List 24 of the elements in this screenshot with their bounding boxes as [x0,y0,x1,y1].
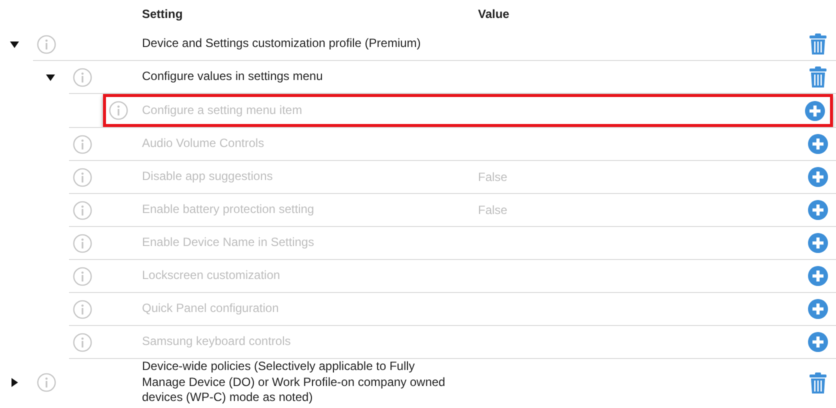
caret-icon[interactable] [10,40,19,48]
info-icon[interactable] [37,34,56,54]
setting-label: Device and Settings customization profile (Premium) [142,36,422,52]
setting-label: Device-wide policies (Selectively applicable to Fully Manage Device (DO) or Work Profile-on company owned devices (WP-C) mode as noted) [142,359,446,406]
setting-label: Configure a setting menu item [142,102,304,118]
setting-label: Enable battery protection setting [142,202,316,218]
setting-value: False [478,170,508,184]
info-icon[interactable] [73,68,92,86]
trash-icon[interactable] [809,33,827,55]
setting-label: Enable Device Name in Settings [142,235,316,251]
column-header: Setting [142,7,184,21]
setting-label: Disable app suggestions [142,169,274,185]
info-icon[interactable] [37,373,56,392]
trash-icon[interactable] [809,372,827,394]
caret-icon[interactable] [10,378,19,387]
setting-label: Audio Volume Controls [142,136,266,152]
setting-label: Samsung keyboard controls [142,334,292,350]
setting-value: False [478,203,508,217]
column-header: Value [478,7,510,21]
setting-label: Quick Panel configuration [142,301,280,317]
caret-icon[interactable] [46,72,55,82]
setting-label: Lockscreen customization [142,268,282,284]
trash-icon[interactable] [809,66,827,88]
setting-label: Configure values in settings menu [142,69,324,85]
